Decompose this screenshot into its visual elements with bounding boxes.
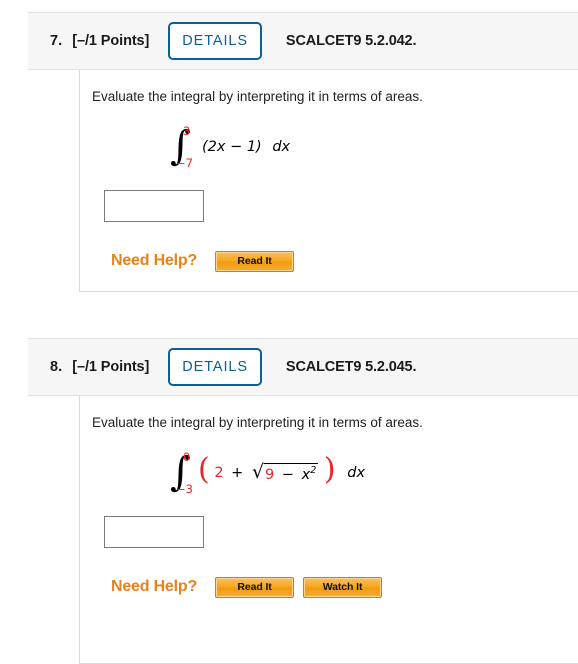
square-root-8: √ 9 − x2 — [251, 461, 319, 484]
question-number-7: 7. — [50, 33, 63, 49]
integral-expression-7: ∫ 3 −7 (2x − 1) dx — [92, 124, 578, 170]
answer-input-8[interactable] — [104, 515, 204, 548]
radicand-variable-8: x — [301, 466, 311, 483]
details-button-7[interactable]: DETAILS — [168, 22, 262, 60]
integral-lower-limit-8: −3 — [176, 481, 193, 496]
integrand-term1-8: 2 — [214, 465, 224, 482]
need-help-label-8: Need Help? — [111, 578, 198, 596]
question-block-8: 8. [–/1 Points] DETAILS SCALCET9 5.2.045… — [28, 338, 578, 664]
radicand-minus-8: − — [281, 466, 295, 483]
close-paren-8: ) — [323, 452, 336, 488]
radicand-a-8: 9 — [265, 466, 275, 483]
details-button-8[interactable]: DETAILS — [168, 348, 262, 386]
differential-7: dx — [272, 138, 291, 155]
integrand-8: ( 2 + √ 9 − x2 ) dx — [198, 455, 366, 485]
watch-it-button-8[interactable]: Watch It — [303, 576, 383, 598]
integrand-7: (2x − 1) dx — [202, 139, 290, 155]
question-prompt-8: Evaluate the integral by interpreting it… — [92, 415, 423, 430]
radicand-exponent-8: 2 — [310, 465, 317, 477]
differential-8: dx — [347, 465, 366, 482]
integral-expression-8: ∫ 0 −3 ( 2 + √ 9 − x2) dx — [92, 450, 578, 496]
question-block-7: 7. [–/1 Points] DETAILS SCALCET9 5.2.042… — [28, 12, 578, 292]
assignment-page: 7. [–/1 Points] DETAILS SCALCET9 5.2.042… — [0, 0, 578, 664]
integral-sign-7: ∫ 3 −7 — [170, 123, 193, 170]
integrand-plus-8: + — [231, 465, 244, 482]
integral-upper-limit-7: 3 — [183, 123, 191, 138]
question-header-7: 7. [–/1 Points] DETAILS SCALCET9 5.2.042… — [28, 12, 578, 70]
need-help-row-7: Need Help? Read It — [111, 250, 578, 272]
integral-sign-8: ∫ 0 −3 — [170, 449, 193, 496]
question-points-8: [–/1 Points] — [72, 359, 150, 375]
need-help-row-8: Need Help? Read It Watch It — [111, 576, 578, 598]
radical-sign-icon: √ — [251, 461, 265, 484]
open-paren-8: ( — [198, 452, 210, 488]
question-number-8: 8. — [50, 359, 63, 375]
question-code-7: SCALCET9 5.2.042. — [285, 33, 417, 49]
need-help-label-7: Need Help? — [111, 252, 198, 270]
integral-upper-limit-8: 0 — [183, 449, 191, 464]
read-it-button-8[interactable]: Read It — [215, 576, 295, 598]
answer-input-7[interactable] — [104, 189, 204, 222]
radicand-8: 9 − x2 — [264, 463, 319, 483]
question-prompt-7: Evaluate the integral by interpreting it… — [92, 89, 423, 104]
question-body-8: Evaluate the integral by interpreting it… — [79, 396, 578, 664]
read-it-button-7[interactable]: Read It — [215, 250, 295, 272]
question-header-8: 8. [–/1 Points] DETAILS SCALCET9 5.2.045… — [28, 338, 578, 396]
question-body-7: Evaluate the integral by interpreting it… — [79, 70, 578, 292]
integrand-body-7: (2x − 1) — [202, 138, 262, 155]
question-points-7: [–/1 Points] — [72, 33, 150, 49]
question-code-8: SCALCET9 5.2.045. — [285, 359, 417, 375]
integral-lower-limit-7: −7 — [176, 155, 193, 170]
